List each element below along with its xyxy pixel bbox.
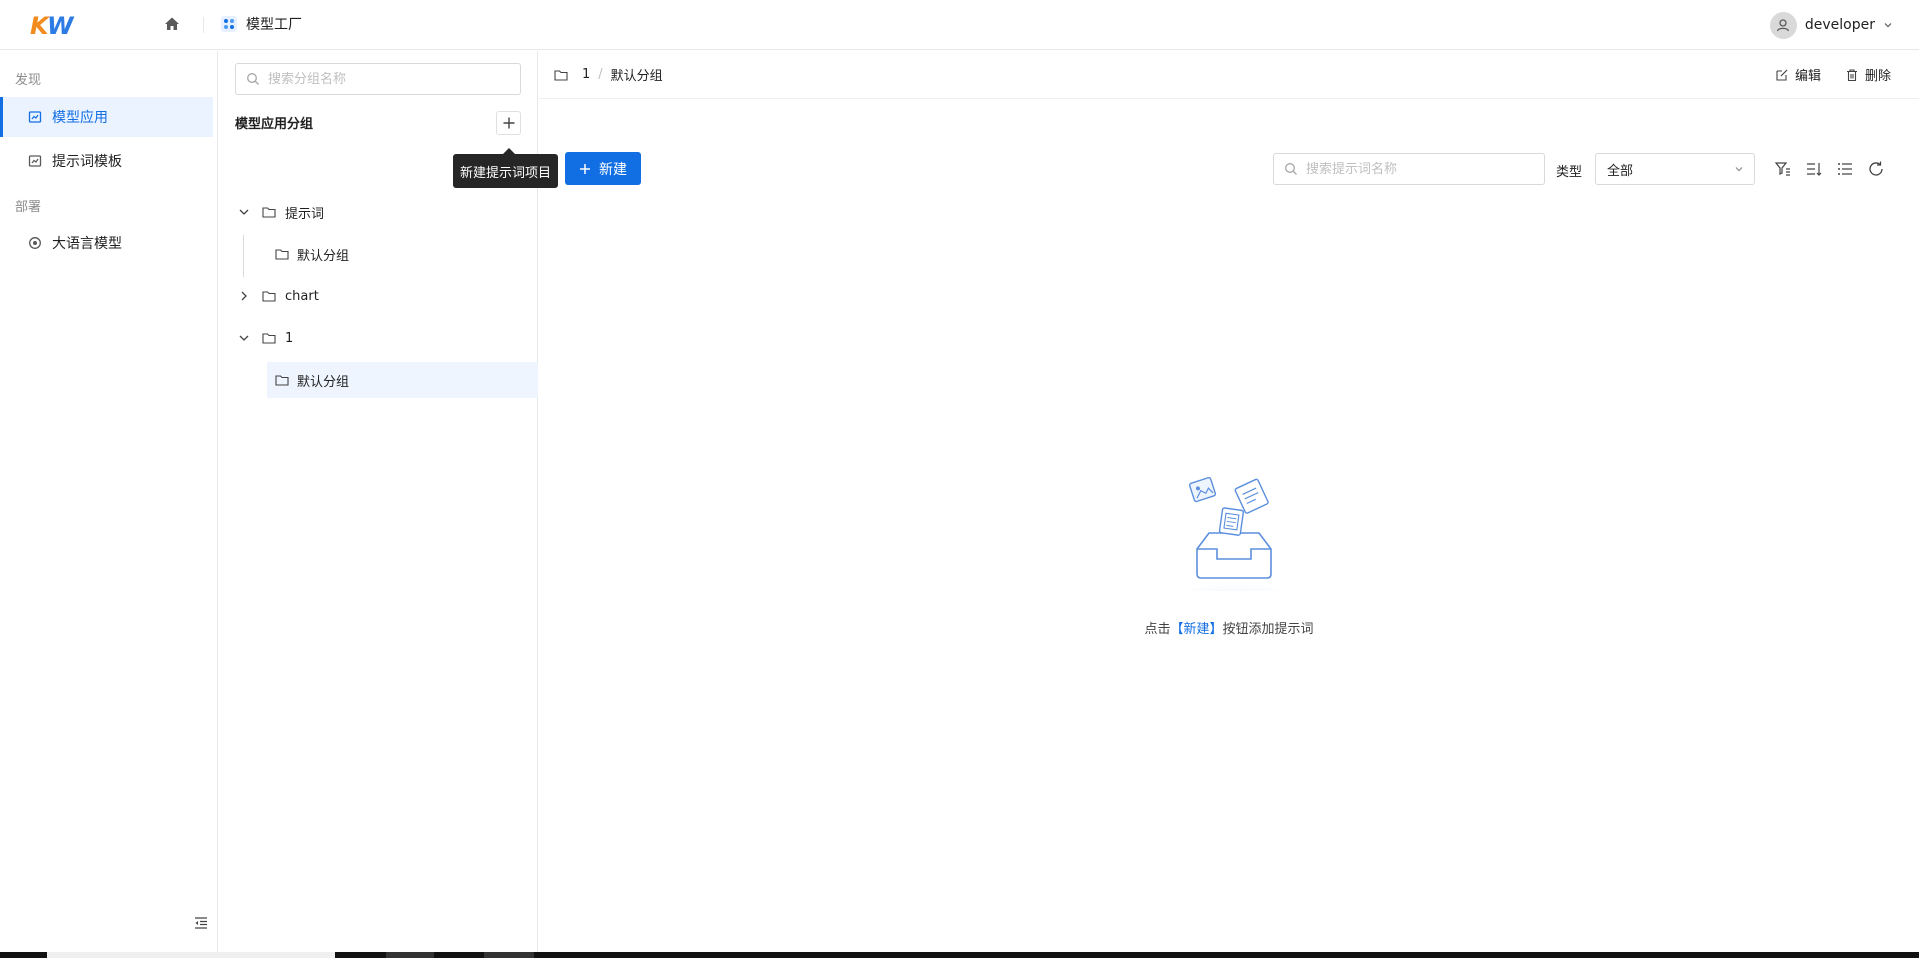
delete-label: 删除 <box>1864 69 1891 84</box>
left-nav: 发现 模型应用 提示词模板 部署 大语言模型 <box>0 51 218 952</box>
nav-item-label: 模型应用 <box>52 110 108 126</box>
chevron-down-icon <box>1884 23 1892 28</box>
taskbar-strip <box>0 952 1919 958</box>
folder-icon <box>262 333 276 344</box>
empty-state-message: 点击【新建】按钮添加提示词 <box>539 618 1919 637</box>
prompt-search-box[interactable] <box>1273 153 1545 185</box>
empty-suffix: 按钮添加提示词 <box>1222 622 1314 637</box>
plus-icon <box>580 163 590 174</box>
empty-inbox-illustration <box>1162 476 1306 591</box>
filter-icon[interactable] <box>1774 160 1792 178</box>
taskbar-segment <box>386 952 434 958</box>
edit-button[interactable]: 编辑 <box>1775 65 1821 84</box>
tree-node-label: 提示词 <box>285 206 325 222</box>
tree-node-chart[interactable]: chart <box>218 278 538 314</box>
chevron-down-icon <box>239 209 249 215</box>
kw-logo[interactable]: K W <box>30 11 76 39</box>
tree-node-label: 默认分组 <box>297 248 350 264</box>
empty-new-link[interactable]: 【新建】 <box>1170 622 1222 637</box>
nav-section-deploy: 部署 <box>15 200 42 215</box>
type-filter-select[interactable]: 全部 <box>1595 153 1755 185</box>
svg-text:W: W <box>47 12 75 39</box>
header-divider <box>203 17 204 33</box>
search-icon <box>247 73 259 85</box>
taskbar-segment <box>484 952 534 958</box>
user-name: developer <box>1804 17 1875 33</box>
empty-prefix: 点击 <box>1144 622 1171 637</box>
nav-item-label: 大语言模型 <box>52 236 122 252</box>
list-view-icon[interactable] <box>1836 160 1854 178</box>
edit-icon <box>1776 69 1788 81</box>
app-icon <box>28 111 42 123</box>
tree-node-1-default[interactable]: 默认分组 <box>267 362 538 398</box>
search-icon <box>1285 163 1297 175</box>
tree-node-prompts[interactable]: 提示词 <box>218 194 538 230</box>
tree-node-label: chart <box>285 288 319 304</box>
nav-item-llm[interactable]: 大语言模型 <box>0 223 213 263</box>
model-icon <box>29 237 41 249</box>
home-icon[interactable] <box>162 14 182 34</box>
folder-icon <box>262 207 276 218</box>
tree-node-prompts-default[interactable]: 默认分组 <box>218 236 538 272</box>
type-filter-label: 类型 <box>1556 165 1583 180</box>
new-button-label: 新建 <box>599 161 627 178</box>
user-icon <box>1769 11 1797 39</box>
refresh-icon[interactable] <box>1867 160 1885 178</box>
folder-icon <box>262 291 276 302</box>
app-switcher[interactable]: 模型工厂 <box>220 14 302 34</box>
model-factory-icon <box>221 16 237 32</box>
breadcrumb-current: 默认分组 <box>610 69 663 84</box>
group-search-input[interactable] <box>268 71 508 87</box>
app-name: 模型工厂 <box>246 17 302 33</box>
top-bar: K W 模型工厂 developer <box>0 0 1919 50</box>
add-group-tooltip: 新建提示词项目 <box>453 148 559 188</box>
folder-icon <box>275 249 289 260</box>
chevron-down-icon <box>1735 167 1743 172</box>
header-actions: 编辑 删除 <box>1775 65 1891 84</box>
trash-icon <box>1846 68 1857 81</box>
breadcrumb-separator: / <box>598 67 603 82</box>
user-menu[interactable]: developer <box>1769 11 1893 39</box>
plus-icon <box>503 117 514 129</box>
content-header: 1 / 默认分组 编辑 删除 <box>539 51 1919 99</box>
sort-icon[interactable] <box>1805 160 1823 178</box>
delete-button[interactable]: 删除 <box>1845 65 1891 84</box>
breadcrumb: 1 / 默认分组 <box>554 65 663 84</box>
tree-node-label: 1 <box>285 330 294 346</box>
template-icon <box>28 155 42 167</box>
nav-item-model-apps[interactable]: 模型应用 <box>0 97 213 137</box>
tree-node-label: 默认分组 <box>297 374 350 390</box>
nav-item-prompt-templates[interactable]: 提示词模板 <box>0 141 213 181</box>
chevron-down-icon <box>239 335 249 341</box>
nav-section-discover: 发现 <box>15 73 42 88</box>
breadcrumb-parent[interactable]: 1 <box>582 67 590 82</box>
prompt-search-input[interactable] <box>1306 161 1536 177</box>
tree-node-1[interactable]: 1 <box>218 320 538 356</box>
taskbar-segment <box>47 952 335 958</box>
edit-label: 编辑 <box>1794 69 1821 84</box>
new-prompt-button[interactable]: 新建 <box>565 152 641 185</box>
group-search-box[interactable] <box>235 63 521 95</box>
main-content: 1 / 默认分组 编辑 删除 新建 类型 全部 <box>539 51 1919 952</box>
folder-icon <box>554 69 568 81</box>
add-group-button[interactable] <box>496 111 521 135</box>
type-filter-value: 全部 <box>1607 163 1634 179</box>
collapse-sidebar-icon[interactable] <box>193 915 209 931</box>
folder-icon <box>275 375 289 386</box>
chevron-right-icon <box>241 291 247 301</box>
nav-item-label: 提示词模板 <box>52 154 122 170</box>
group-panel-title: 模型应用分组 <box>235 117 314 132</box>
